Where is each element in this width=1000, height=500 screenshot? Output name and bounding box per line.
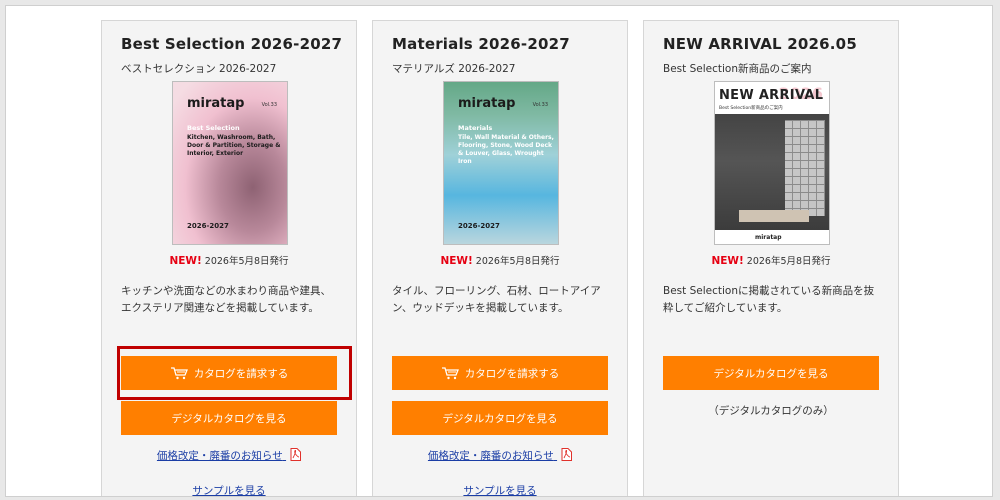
cover-kitchen-counter xyxy=(739,210,809,222)
cover-logo: miratap xyxy=(458,96,516,111)
issue-date: 2026年5月8日発行 xyxy=(204,256,289,267)
view-digital-catalog-button[interactable]: デジタルカタログを見る xyxy=(663,356,879,390)
issue-date-row: NEW! 2026年5月8日発行 xyxy=(373,253,627,267)
highlight-box xyxy=(117,346,352,400)
pdf-icon xyxy=(561,448,573,461)
catalog-cover-image[interactable]: miratap Vol.33 Materials Tile, Wall Mate… xyxy=(443,81,559,245)
new-badge: NEW! xyxy=(169,255,202,267)
sample-link[interactable]: サンプルを見る xyxy=(373,483,627,496)
price-revision-link-label: 価格改定・廃番のお知らせ xyxy=(427,450,554,462)
cover-year: 2026-2027 xyxy=(458,222,500,230)
catalog-card-new-arrival: NEW ARRIVAL 2026.05 Best Selection新商品のご案… xyxy=(643,20,899,496)
catalog-cover-image[interactable]: 2026 NEW ARRIVAL Best Selection新商品のご案内 m… xyxy=(714,81,830,245)
cover-category: Best Selection xyxy=(187,124,240,132)
issue-date: 2026年5月8日発行 xyxy=(746,256,831,267)
card-subtitle: Best Selection新商品のご案内 xyxy=(663,63,812,75)
view-digital-catalog-button[interactable]: デジタルカタログを見る xyxy=(392,401,608,435)
cover-description: Tile, Wall Material & Others, Flooring, … xyxy=(458,134,554,165)
cover-description: Kitchen, Washroom, Bath, Door & Partitio… xyxy=(187,134,281,157)
card-description: キッチンや洗面などの水まわり商品や建具、エクステリア関連などを掲載しています。 xyxy=(121,285,331,314)
sample-link[interactable]: サンプルを見る xyxy=(102,483,356,496)
cover-logo: miratap xyxy=(187,96,245,111)
cover-category: Materials xyxy=(458,124,493,132)
new-badge: NEW! xyxy=(440,255,473,267)
pdf-icon xyxy=(290,448,302,461)
cart-icon xyxy=(441,367,459,380)
card-subtitle: ベストセレクション 2026-2027 xyxy=(121,63,277,75)
cover-subheading: Best Selection新商品のご案内 xyxy=(719,106,783,111)
catalog-card-materials: Materials 2026-2027 マテリアルズ 2026-2027 mir… xyxy=(372,20,628,496)
card-description: Best Selectionに掲載されている新商品を抜粋してご紹介しています。 xyxy=(663,285,875,314)
card-title: Materials 2026-2027 xyxy=(392,35,570,53)
request-catalog-button[interactable]: カタログを請求する xyxy=(392,356,608,390)
price-revision-link[interactable]: 価格改定・廃番のお知らせ xyxy=(102,448,356,463)
card-subtitle: マテリアルズ 2026-2027 xyxy=(392,63,516,75)
cover-logo: miratap xyxy=(755,234,782,241)
view-digital-catalog-button[interactable]: デジタルカタログを見る xyxy=(121,401,337,435)
price-revision-link-label: 価格改定・廃番のお知らせ xyxy=(156,450,283,462)
card-title: Best Selection 2026-2027 xyxy=(121,35,343,53)
catalog-card-best-selection: Best Selection 2026-2027 ベストセレクション 2026-… xyxy=(101,20,357,496)
cover-heading: NEW ARRIVAL xyxy=(719,88,824,103)
price-revision-link[interactable]: 価格改定・廃番のお知らせ xyxy=(373,448,627,463)
catalog-panel: Best Selection 2026-2027 ベストセレクション 2026-… xyxy=(5,5,993,497)
cover-window-grid xyxy=(785,120,825,216)
card-title: NEW ARRIVAL 2026.05 xyxy=(663,35,857,53)
catalog-cover-image[interactable]: miratap Vol.33 Best Selection Kitchen, W… xyxy=(172,81,288,245)
cover-year: 2026-2027 xyxy=(187,222,229,230)
issue-date-row: NEW! 2026年5月8日発行 xyxy=(102,253,356,267)
digital-only-note: （デジタルカタログのみ） xyxy=(708,405,834,417)
issue-date: 2026年5月8日発行 xyxy=(475,256,560,267)
issue-date-row: NEW! 2026年5月8日発行 xyxy=(644,253,898,267)
cover-volume: Vol.33 xyxy=(261,102,277,108)
card-description: タイル、フローリング、石材、ロートアイアン、ウッドデッキを掲載しています。 xyxy=(392,285,601,314)
request-catalog-label: カタログを請求する xyxy=(464,367,560,380)
cover-volume: Vol.33 xyxy=(532,102,548,108)
new-badge: NEW! xyxy=(711,255,744,267)
